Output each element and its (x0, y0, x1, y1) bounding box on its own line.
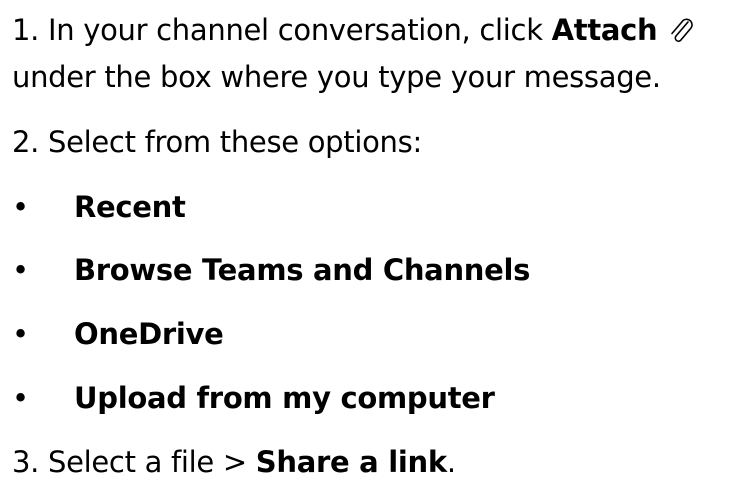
bullet: • (12, 190, 29, 224)
step-2-text: 2. Select from these options: (12, 125, 422, 159)
step-3-line: 3. Select a file > Share a link. (12, 444, 456, 480)
step-1-text: 1. In your channel conversation, click (12, 13, 552, 47)
bullet: • (12, 317, 29, 351)
step-3-period: . (446, 445, 456, 479)
option-label-browse-teams: Browse Teams and Channels (74, 253, 531, 287)
step-1-line-2: under the box where you type your messag… (12, 60, 661, 94)
option-label-upload: Upload from my computer (74, 381, 495, 415)
step-1-line-1: 1. In your channel conversation, click A… (12, 12, 694, 48)
paperclip-icon (668, 16, 694, 46)
share-link-label: Share a link (255, 445, 447, 479)
bullet: • (12, 253, 29, 287)
attach-label: Attach (551, 13, 658, 47)
bullet: • (12, 381, 29, 415)
option-label-onedrive: OneDrive (74, 317, 224, 351)
option-label-recent: Recent (74, 190, 186, 224)
step-3-text: 3. Select a file > (12, 445, 256, 479)
